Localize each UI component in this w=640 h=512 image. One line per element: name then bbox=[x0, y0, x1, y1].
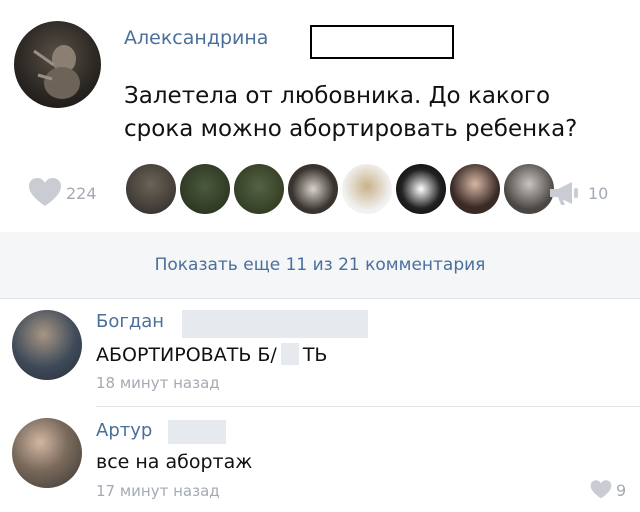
heart-icon bbox=[590, 480, 612, 499]
redacted-fragment bbox=[280, 343, 299, 365]
liker-avatar[interactable] bbox=[126, 164, 176, 214]
comment-author-name[interactable]: Артур bbox=[96, 420, 152, 441]
comment-timestamp[interactable]: 17 минут назад bbox=[96, 482, 220, 500]
comment-avatar[interactable] bbox=[12, 310, 82, 380]
comment-like-button[interactable]: 9 bbox=[590, 480, 626, 500]
redacted-surname bbox=[168, 420, 226, 444]
liker-avatar[interactable] bbox=[234, 164, 284, 214]
comment-text-part: АБОРТИРОВАТЬ Б/ bbox=[96, 344, 277, 366]
post-text-line: Залетела от любовника. До какого bbox=[124, 83, 551, 109]
author-avatar[interactable] bbox=[14, 21, 101, 108]
comment-text: все на абортаж bbox=[96, 451, 253, 473]
comment-avatar[interactable] bbox=[12, 418, 82, 488]
heart-icon bbox=[29, 178, 61, 206]
share-count: 10 bbox=[588, 183, 609, 203]
comment-text: АБОРТИРОВАТЬ Б/ТЬ bbox=[96, 343, 327, 366]
comment-text-part: ТЬ bbox=[302, 344, 328, 366]
liker-avatar[interactable] bbox=[342, 164, 392, 214]
share-button[interactable]: 10 bbox=[548, 180, 608, 206]
comment-like-count: 9 bbox=[616, 480, 627, 500]
like-button[interactable]: 224 bbox=[28, 178, 97, 208]
show-more-comments-button[interactable]: Показать еще 11 из 21 комментария bbox=[0, 232, 640, 298]
liker-avatar[interactable] bbox=[450, 164, 500, 214]
comment-timestamp[interactable]: 18 минут назад bbox=[96, 374, 220, 392]
liker-avatar[interactable] bbox=[180, 164, 230, 214]
like-count: 224 bbox=[66, 183, 97, 203]
likers-list bbox=[126, 164, 558, 214]
divider bbox=[96, 406, 640, 407]
divider bbox=[0, 298, 640, 299]
post-author-name[interactable]: Александрина bbox=[124, 27, 268, 49]
post-text: Залетела от любовника. До какого срока м… bbox=[124, 80, 624, 146]
avatar-figure-icon bbox=[33, 45, 80, 99]
liker-avatar[interactable] bbox=[288, 164, 338, 214]
comment-author-name[interactable]: Богдан bbox=[96, 311, 164, 332]
post: Александрина Залетела от любовника. До к… bbox=[0, 0, 640, 232]
megaphone-icon bbox=[550, 182, 578, 205]
redacted-surname bbox=[310, 25, 454, 59]
redacted-surname bbox=[182, 310, 368, 338]
liker-avatar[interactable] bbox=[396, 164, 446, 214]
post-text-line: срока можно абортировать ребенка? bbox=[124, 116, 578, 142]
liker-avatar[interactable] bbox=[504, 164, 554, 214]
